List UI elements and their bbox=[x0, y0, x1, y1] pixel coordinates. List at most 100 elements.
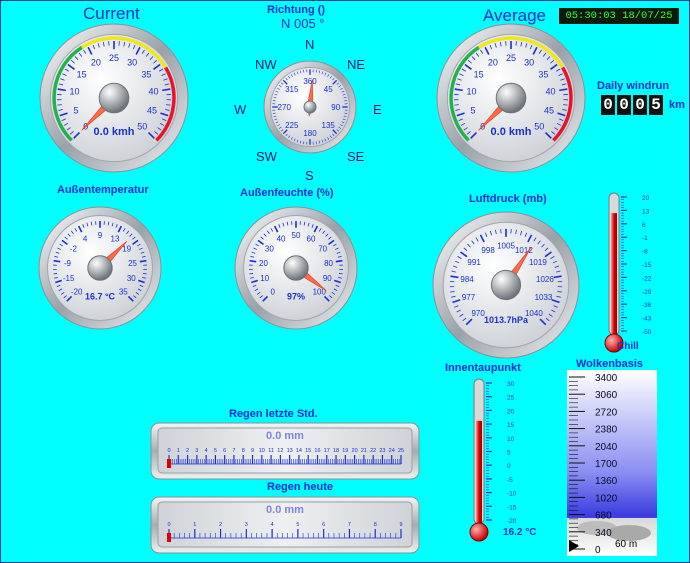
gauge-tick-label: 50 bbox=[137, 121, 147, 131]
gauge-tick-label: 5 bbox=[470, 105, 475, 115]
bar-gauge-tick-label: 15 bbox=[305, 448, 311, 454]
bar-gauge-fill bbox=[167, 533, 171, 542]
gauge-tick-label: 4 bbox=[83, 235, 88, 244]
cloudbase-tick-label: 0 bbox=[595, 545, 601, 556]
gauge-tick-label: 10 bbox=[260, 274, 269, 283]
gauge-tick-label: 20 bbox=[259, 259, 268, 268]
odometer-digit: 0 bbox=[633, 95, 647, 115]
bar-gauge-tick-label: 20 bbox=[352, 448, 358, 454]
temperature-gauge: -20 -15 -9 -2 4 9 1319 25 30 3516.7 °C bbox=[38, 206, 162, 330]
cloudbase-tick-label: 3060 bbox=[595, 390, 618, 401]
gauge-tick bbox=[53, 259, 61, 263]
gauge-tick-label: 15 bbox=[77, 70, 87, 80]
thermometer-tick-label: 13 bbox=[642, 208, 650, 215]
gauge-tick-label: -9 bbox=[64, 259, 72, 268]
bar-gauge-tick-label: 8 bbox=[374, 522, 377, 528]
bar-gauge-tick-label: 11 bbox=[268, 448, 274, 454]
current-wind-gauge: 051015202530354045500.0 kmh bbox=[39, 23, 189, 173]
compass-degree-label: 45 bbox=[324, 85, 333, 94]
bar-gauge-tick-label: 4 bbox=[205, 448, 208, 454]
bar-gauge-tick-label: 25 bbox=[398, 448, 404, 454]
pressure-gauge: 970977984991998 1005 101210191026103310401… bbox=[432, 211, 580, 359]
gauge-tick-label: 60 bbox=[307, 235, 316, 244]
thermometer-tick-label: 15 bbox=[507, 422, 515, 429]
gauge-tick-label: 1033 bbox=[535, 293, 553, 302]
thermometer-tick-label: -1 bbox=[642, 235, 648, 242]
pressure-title: Luftdruck (mb) bbox=[469, 193, 547, 205]
gauge-tick-label: 25 bbox=[128, 259, 137, 268]
rain-hour-bar-gauge: 0.0 mm0 1 2 3 4 5 6 7 8 9 10 11 12 13 14 15 16 17 18 19 20 21… bbox=[150, 422, 420, 480]
gauge-tick-label: 30 bbox=[127, 274, 136, 283]
bar-gauge-tick-label: 5 bbox=[296, 522, 299, 528]
humidity-gauge: 010203040 50 6070809010097% bbox=[234, 206, 358, 330]
bar-gauge-tick-label: 1 bbox=[193, 522, 196, 528]
bar-gauge-tick-label: 0 bbox=[167, 522, 170, 528]
bar-gauge-readout: 0.0 mm bbox=[266, 430, 304, 442]
thermometer-tick-label: 0 bbox=[507, 463, 511, 470]
bar-gauge-tick-label: 2 bbox=[186, 448, 189, 454]
current-wind-title: Current bbox=[83, 4, 140, 23]
bar-gauge-tick-label: 0 bbox=[167, 448, 170, 454]
gauge-tick-label: -2 bbox=[70, 245, 78, 254]
gauge-tick-label: 20 bbox=[488, 57, 498, 67]
thermometer-readout: 16.2 °C bbox=[503, 527, 536, 538]
gauge-tick-label: 40 bbox=[277, 235, 286, 244]
temperature-title: Außentemperatur bbox=[57, 184, 149, 196]
windrun-unit: km bbox=[669, 99, 685, 111]
gauge-tick-label: 40 bbox=[545, 87, 555, 97]
bar-gauge-tick-label: 6 bbox=[322, 522, 325, 528]
bar-gauge-tick-label: 9 bbox=[251, 448, 254, 454]
thermometer-tick-label: 25 bbox=[507, 395, 515, 402]
gauge-tick bbox=[57, 104, 62, 106]
gauge-readout: 0.0 kmh bbox=[491, 126, 532, 138]
thermometer-tick-label: 30 bbox=[507, 381, 515, 388]
gauge-tick-label: 25 bbox=[506, 53, 516, 63]
gauge-tick-label: 30 bbox=[524, 57, 534, 67]
gauge-tick-label: 10 bbox=[467, 87, 477, 97]
bar-gauge-tick-label: 22 bbox=[370, 448, 376, 454]
thermometer-tick-label: -20 bbox=[507, 518, 517, 525]
gauge-tick bbox=[166, 104, 171, 106]
gauge-tick bbox=[557, 291, 562, 293]
thermometer-fill bbox=[476, 420, 482, 526]
gauge-tick bbox=[454, 104, 459, 106]
rain-today-title: Regen heute bbox=[267, 481, 334, 493]
bar-gauge-tick-label: 7 bbox=[232, 448, 235, 454]
gauge-tick-label: 50 bbox=[534, 121, 544, 131]
cloudbase-tick-label: 2720 bbox=[595, 407, 618, 418]
bar-gauge-tick-label: 5 bbox=[214, 448, 217, 454]
gauge-hub bbox=[490, 269, 522, 301]
cloudbase-tick-label: 680 bbox=[595, 511, 612, 522]
gauge-tick-label: 90 bbox=[323, 274, 332, 283]
thermometer-tick-label: 10 bbox=[507, 436, 515, 443]
bar-gauge-tick-label: 24 bbox=[389, 448, 395, 454]
compass-n-label: N bbox=[305, 37, 315, 52]
dewpoint-title: Innentaupunkt bbox=[445, 362, 521, 374]
compass-degree-label: 135 bbox=[322, 121, 336, 130]
rain-hour-title: Regen letzte Std. bbox=[229, 408, 318, 420]
windchill-thermometer: 20 13 6 -1 -8 -15 -22 -29 -36 -43 -50Chill bbox=[604, 192, 652, 353]
gauge-hub bbox=[495, 82, 527, 114]
cloudbase-tick-label: 2040 bbox=[595, 442, 618, 453]
compass-degree-label: 180 bbox=[303, 129, 317, 138]
gauge-readout: 0.0 kmh bbox=[94, 126, 135, 138]
bar-gauge-tick-label: 10 bbox=[259, 448, 265, 454]
thermometer-tick-label: 6 bbox=[642, 222, 646, 229]
compass-degree-label: 90 bbox=[331, 103, 340, 112]
gauge-tick-label: 9 bbox=[98, 231, 103, 240]
odometer-digit: 0 bbox=[617, 95, 631, 115]
bar-gauge-readout: 0.0 mm bbox=[266, 504, 304, 516]
gauge-tick-label: -20 bbox=[71, 287, 83, 296]
gauge-tick-label: 1019 bbox=[529, 258, 547, 267]
thermometer-tick-label: -22 bbox=[642, 275, 652, 282]
gauge-tick-label: 45 bbox=[544, 105, 554, 115]
bar-gauge-tick-label: 9 bbox=[399, 522, 402, 528]
windrun-odometer: 0 0 0 5 bbox=[601, 95, 663, 115]
gauge-tick-label: 977 bbox=[462, 293, 476, 302]
thermometer-readout: Chill bbox=[617, 341, 639, 352]
gauge-tick-label: 25 bbox=[109, 53, 119, 63]
wind-direction-compass: 360 45 90 135 180 225 270 315 bbox=[263, 60, 357, 154]
gauge-tick-label: 40 bbox=[148, 87, 158, 97]
bar-gauge-tick-label: 17 bbox=[324, 448, 330, 454]
thermometer-tick-label: -50 bbox=[642, 329, 652, 336]
